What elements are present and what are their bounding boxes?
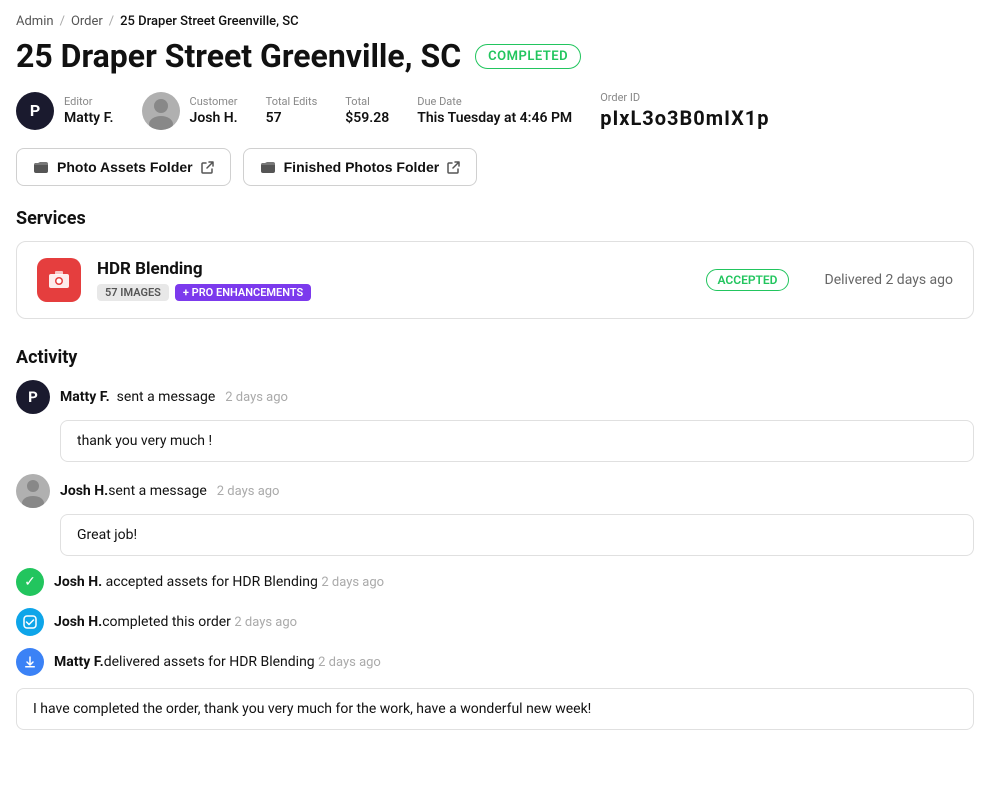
page-title: 25 Draper Street Greenville, SC <box>16 37 461 75</box>
event-time-completed: 2 days ago <box>234 615 297 630</box>
folder-icon-2 <box>260 159 276 175</box>
activity-time-1: 2 days ago <box>225 390 288 405</box>
total-label: Total <box>345 95 389 108</box>
service-icon-box <box>37 258 81 302</box>
breadcrumb-sep1: / <box>60 14 65 29</box>
services-section-title: Services <box>16 208 974 229</box>
activity-header-2: Josh H.sent a message 2 days ago <box>16 474 974 508</box>
photo-assets-folder-button[interactable]: Photo Assets Folder <box>16 148 231 186</box>
customer-avatar <box>142 92 180 130</box>
activity-sender-1: Matty F. sent a message <box>60 389 215 405</box>
event-text-delivered: Matty F.delivered assets for HDR Blendin… <box>54 654 381 670</box>
activity-section-title: Activity <box>16 347 974 368</box>
activity-bubble-1: thank you very much ! <box>60 420 974 462</box>
breadcrumb-sep2: / <box>109 14 114 29</box>
external-link-icon <box>201 161 214 174</box>
breadcrumb-order[interactable]: Order <box>71 14 103 29</box>
service-info: HDR Blending 57 IMAGES + PRO ENHANCEMENT… <box>97 259 690 301</box>
completed-icon <box>16 608 44 636</box>
customer-name: Josh H. <box>190 110 238 126</box>
total-edits-value: 57 <box>266 110 318 126</box>
breadcrumb-current: 25 Draper Street Greenville, SC <box>120 14 298 29</box>
status-badge: COMPLETED <box>475 44 581 69</box>
activity-sender-2: Josh H.sent a message <box>60 483 207 499</box>
activity-bubble-delivered: I have completed the order, thank you ve… <box>16 688 974 730</box>
editor-name: Matty F. <box>64 110 114 126</box>
event-item-completed: Josh H.completed this order 2 days ago <box>16 608 974 636</box>
event-time-delivered: 2 days ago <box>318 655 381 670</box>
service-name: HDR Blending <box>97 259 690 279</box>
due-date-value: This Tuesday at 4:46 PM <box>417 110 572 126</box>
event-text-completed: Josh H.completed this order 2 days ago <box>54 614 297 630</box>
event-item-accepted: ✓ Josh H. accepted assets for HDR Blendi… <box>16 568 974 596</box>
event-text-accepted: Josh H. accepted assets for HDR Blending… <box>54 574 384 590</box>
finished-photos-folder-label: Finished Photos Folder <box>284 159 440 175</box>
folder-row: Photo Assets Folder Finished Photos Fold… <box>16 148 974 186</box>
meta-row: P Editor Matty F. Customer Josh H. Tot <box>16 91 974 130</box>
activity-header-1: P Matty F. sent a message 2 days ago <box>16 380 974 414</box>
customer-avatar-2 <box>16 474 50 508</box>
folder-icon <box>33 159 49 175</box>
camera-icon <box>47 268 71 292</box>
completed-svg-icon <box>23 615 37 629</box>
editor-avatar-1: P <box>16 380 50 414</box>
service-status-badge: ACCEPTED <box>706 269 788 291</box>
editor-block: P Editor Matty F. <box>16 92 114 130</box>
delivered-svg-icon <box>23 655 37 669</box>
event-item-delivered: Matty F.delivered assets for HDR Blendin… <box>16 648 974 676</box>
breadcrumb-admin[interactable]: Admin <box>16 14 54 29</box>
external-link-icon-2 <box>447 161 460 174</box>
customer-label: Customer <box>190 95 238 108</box>
tag-pro: + PRO ENHANCEMENTS <box>175 284 311 301</box>
delivered-icon <box>16 648 44 676</box>
photo-assets-folder-label: Photo Assets Folder <box>57 159 193 175</box>
customer-block: Customer Josh H. <box>142 92 238 130</box>
total-value: $59.28 <box>345 110 389 126</box>
total-edits-block: Total Edits 57 <box>266 95 318 126</box>
due-date-block: Due Date This Tuesday at 4:46 PM <box>417 95 572 126</box>
title-row: 25 Draper Street Greenville, SC COMPLETE… <box>16 37 974 75</box>
breadcrumb: Admin / Order / 25 Draper Street Greenvi… <box>16 14 974 29</box>
activity-time-2: 2 days ago <box>217 484 280 499</box>
editor-icon: P <box>16 92 54 130</box>
service-tags: 57 IMAGES + PRO ENHANCEMENTS <box>97 284 690 301</box>
tag-images: 57 IMAGES <box>97 284 169 301</box>
editor-label: Editor <box>64 95 114 108</box>
service-delivered: Delivered 2 days ago <box>825 272 953 288</box>
event-time-accepted: 2 days ago <box>321 575 384 590</box>
due-date-label: Due Date <box>417 95 572 108</box>
activity-section: P Matty F. sent a message 2 days ago tha… <box>16 380 974 730</box>
total-block: Total $59.28 <box>345 95 389 126</box>
total-edits-label: Total Edits <box>266 95 318 108</box>
activity-item-2: Josh H.sent a message 2 days ago Great j… <box>16 474 974 556</box>
finished-photos-folder-button[interactable]: Finished Photos Folder <box>243 148 478 186</box>
accepted-icon: ✓ <box>16 568 44 596</box>
activity-item-1: P Matty F. sent a message 2 days ago tha… <box>16 380 974 462</box>
order-id-block: Order ID pIxL3o3B0mIX1p <box>600 91 769 130</box>
order-id-value: pIxL3o3B0mIX1p <box>600 106 769 130</box>
order-id-label: Order ID <box>600 91 769 104</box>
activity-bubble-2: Great job! <box>60 514 974 556</box>
services-card: HDR Blending 57 IMAGES + PRO ENHANCEMENT… <box>16 241 974 319</box>
